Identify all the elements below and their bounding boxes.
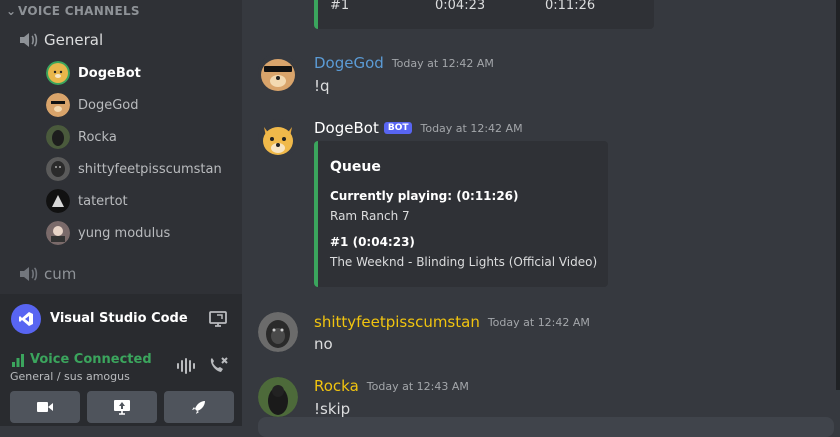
vscode-icon[interactable] (11, 304, 41, 334)
activity-bar: Visual Studio Code (0, 294, 242, 344)
avatar[interactable] (258, 312, 298, 352)
message-header: DogeGod Today at 12:42 AM (314, 54, 494, 72)
embed-field-value: The Weeknd - Blinding Lights (Official V… (330, 255, 598, 269)
voice-user-name: Rocka (78, 129, 117, 145)
screen-share-icon[interactable] (208, 309, 228, 329)
voice-user-name: tatertot (78, 193, 128, 209)
activity-label: Visual Studio Code (50, 311, 188, 326)
queue-time-2: 0:11:26 (545, 0, 596, 13)
voice-user-name: shittyfeetpisscumstan (78, 161, 222, 177)
speaker-icon (20, 267, 38, 281)
voice-user-dogebot[interactable]: DogeBot (46, 61, 141, 85)
rocket-icon (192, 401, 205, 414)
message-author[interactable]: DogeBot (314, 119, 379, 137)
screen-share-button[interactable] (87, 391, 157, 423)
voice-user-name: yung modulus (78, 225, 171, 241)
camera-icon (37, 402, 53, 412)
message-author[interactable]: shittyfeetpisscumstan (314, 313, 480, 331)
avatar[interactable] (258, 119, 298, 159)
voice-user-rocka[interactable]: Rocka (46, 125, 117, 149)
embed-field-name: Currently playing: (0:11:26) (330, 189, 519, 203)
voice-panel: Voice Connected General / sus amogus (0, 344, 242, 426)
embed-title: Queue (330, 159, 381, 175)
embed-field-value: Ram Ranch 7 (330, 209, 410, 223)
avatar[interactable] (258, 53, 298, 93)
bot-badge: BOT (383, 122, 413, 134)
signal-icon (12, 353, 24, 367)
avatar (46, 61, 70, 85)
avatar (46, 125, 70, 149)
channel-cum-label: cum (44, 265, 77, 283)
message-timestamp: Today at 12:43 AM (366, 379, 469, 393)
avatar (46, 93, 70, 117)
queue-time-1: 0:04:23 (435, 0, 486, 13)
queue-num: #1 (330, 0, 350, 13)
voice-channels-header[interactable]: ⌄ VOICE CHANNELS (6, 4, 140, 18)
message-text: !q (314, 77, 330, 95)
voice-location[interactable]: General / sus amogus (10, 370, 130, 383)
voice-user-name: DogeBot (78, 65, 141, 81)
voice-status[interactable]: Voice Connected (11, 352, 152, 367)
message-timestamp: Today at 12:42 AM (391, 56, 494, 70)
scrollbar[interactable] (836, 0, 840, 390)
queue-embed: Queue Currently playing: (0:11:26) Ram R… (314, 141, 608, 287)
queue-embed-partial: #1 0:04:23 0:11:26 (314, 0, 654, 29)
speaker-icon (20, 33, 38, 47)
noise-suppression-icon[interactable] (176, 358, 196, 374)
screen-icon (114, 400, 130, 415)
disconnect-icon[interactable] (207, 356, 229, 376)
message-timestamp: Today at 12:42 AM (420, 121, 523, 135)
channel-general[interactable]: General (18, 31, 103, 49)
activity-button[interactable] (164, 391, 234, 423)
voice-user-name: DogeGod (78, 97, 139, 113)
channel-cum[interactable]: cum (18, 265, 76, 283)
message-timestamp: Today at 12:42 AM (487, 315, 590, 329)
message-input[interactable] (258, 417, 834, 437)
voice-channels-label: VOICE CHANNELS (18, 4, 140, 18)
message-header: shittyfeetpisscumstan Today at 12:42 AM (314, 313, 590, 331)
avatar[interactable] (258, 377, 298, 417)
message-header: Rocka Today at 12:43 AM (314, 377, 469, 395)
avatar (46, 189, 70, 213)
chevron-down-icon: ⌄ (6, 4, 17, 18)
message-text: !skip (314, 400, 351, 418)
message-header: DogeBot BOT Today at 12:42 AM (314, 119, 523, 137)
avatar (46, 221, 70, 245)
message-author[interactable]: Rocka (314, 377, 359, 395)
channel-general-label: General (44, 31, 104, 49)
chat-area: #1 0:04:23 0:11:26 DogeGod Today at 12:4… (242, 0, 840, 437)
message-text: no (314, 335, 333, 353)
embed-field-name: #1 (0:04:23) (330, 235, 415, 249)
voice-user-tatertot[interactable]: tatertot (46, 189, 128, 213)
voice-status-label: Voice Connected (30, 352, 152, 367)
message-author[interactable]: DogeGod (314, 54, 384, 72)
avatar (46, 157, 70, 181)
video-button[interactable] (10, 391, 80, 423)
voice-user-shittyfeetpisscumstan[interactable]: shittyfeetpisscumstan (46, 157, 222, 181)
voice-user-dogegod[interactable]: DogeGod (46, 93, 139, 117)
voice-user-yung-modulus[interactable]: yung modulus (46, 221, 170, 245)
